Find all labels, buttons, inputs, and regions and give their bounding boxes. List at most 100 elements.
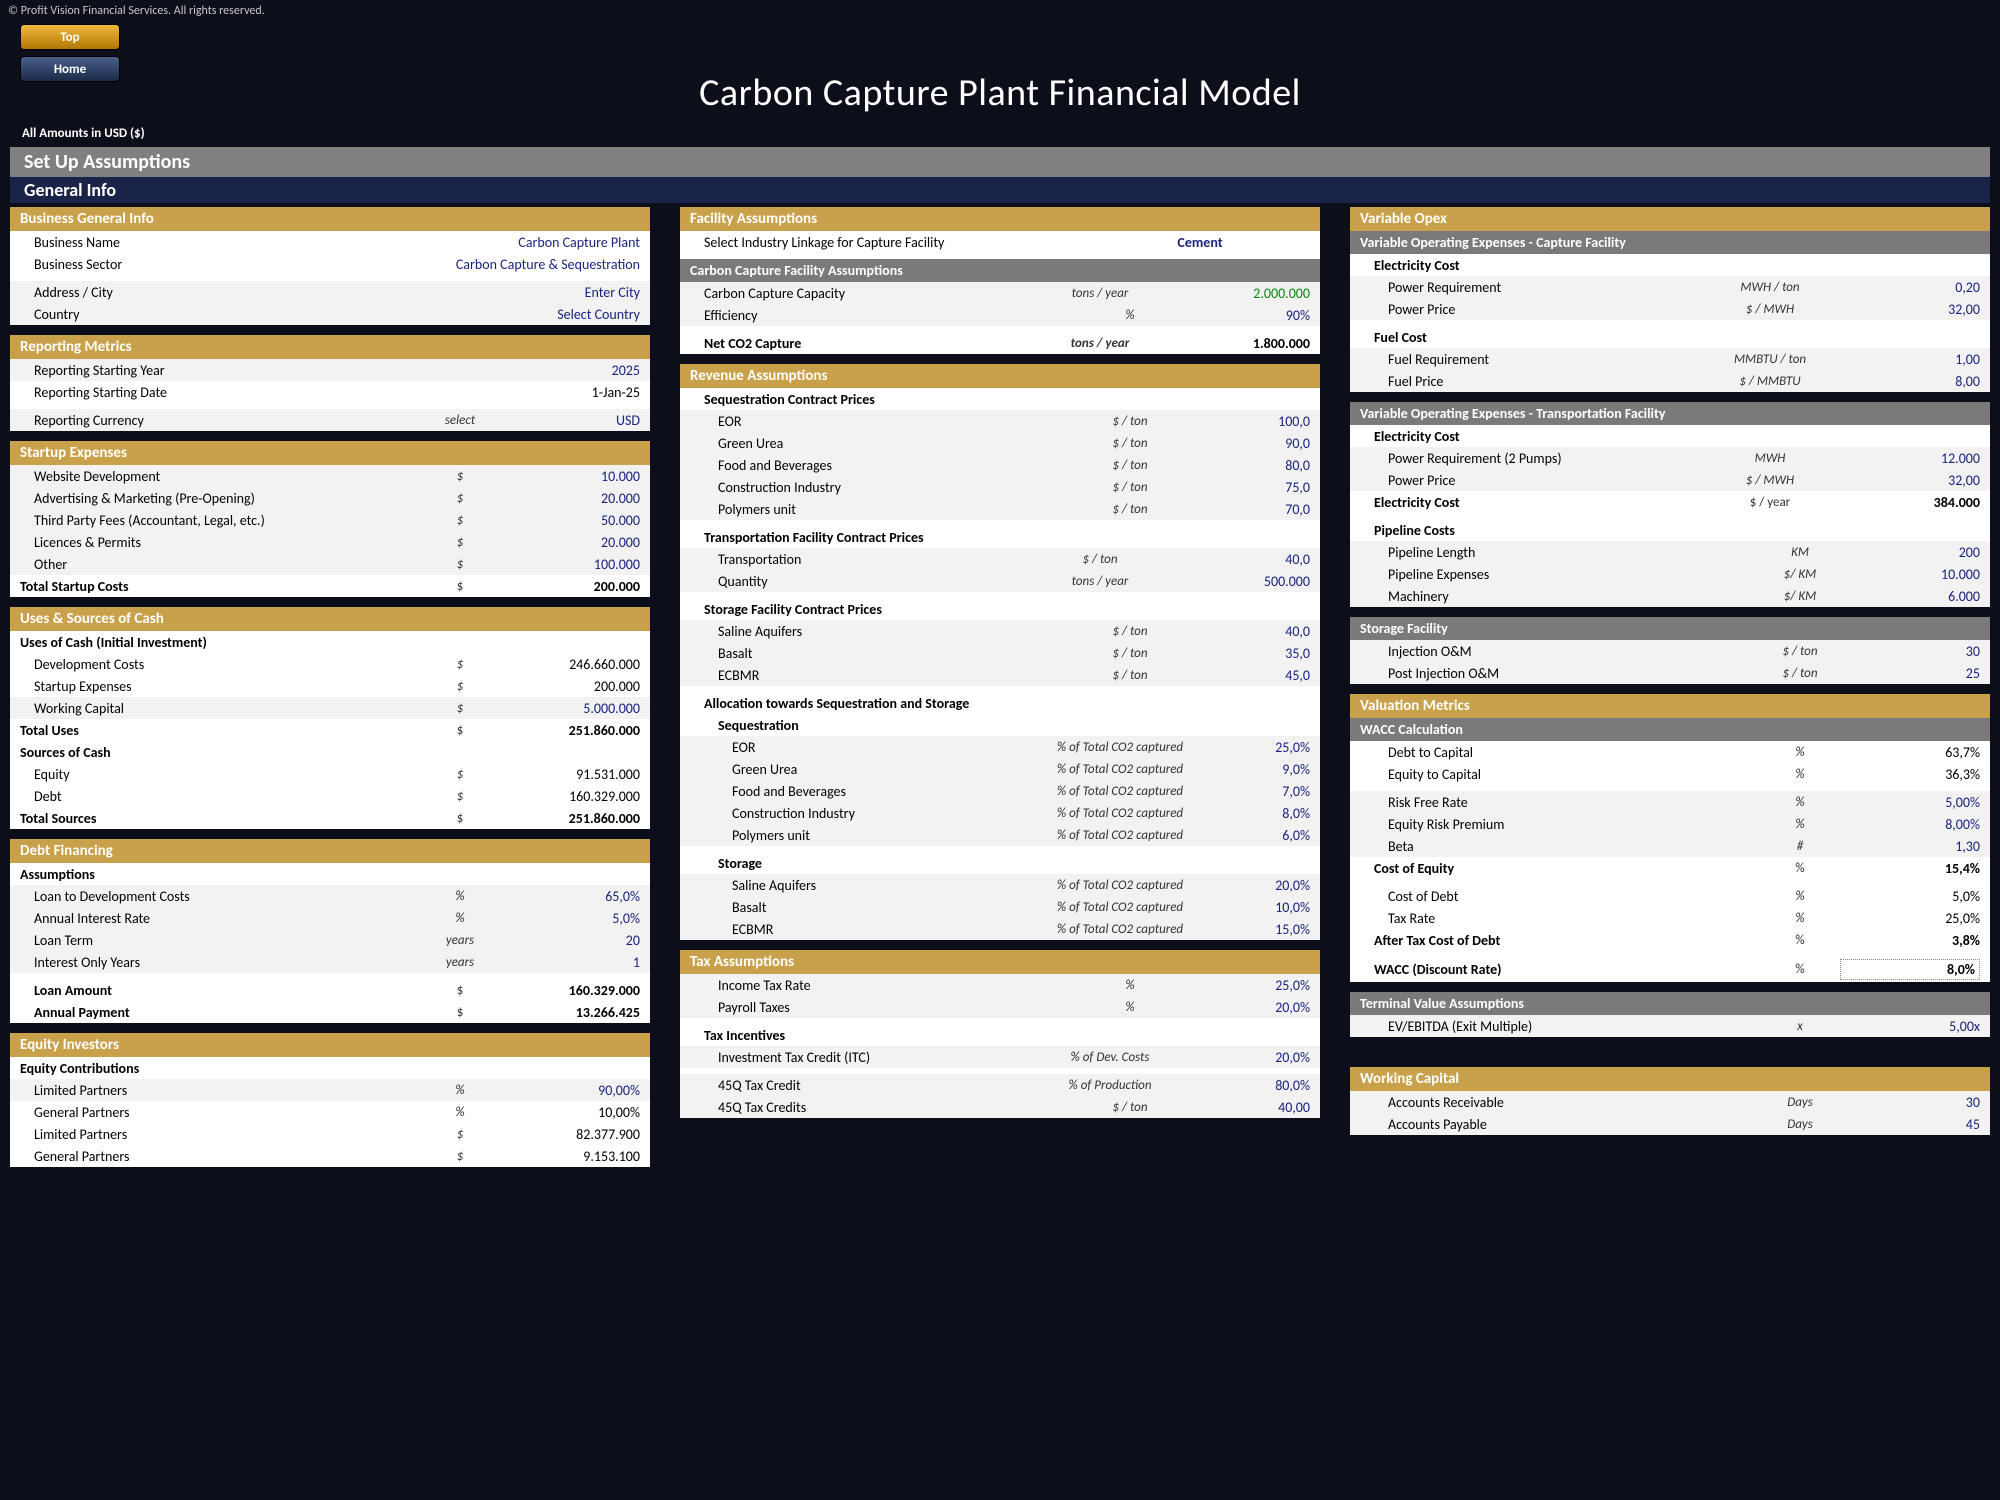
equity-risk-premium-value[interactable]: 8,00% (1840, 816, 1980, 833)
hdr-working-capital: Working Capital (1350, 1067, 1990, 1091)
after-tax-cod-value: 3,8% (1840, 932, 1980, 949)
sf3-value[interactable]: 45,0 (1170, 667, 1310, 684)
tx1-unit: % (1090, 978, 1170, 993)
equity-risk-premium-label: Equity Risk Premium (1360, 816, 1760, 833)
industry-linkage-value[interactable]: Cement (1090, 234, 1310, 251)
a3-value[interactable]: 7,0% (1210, 783, 1310, 800)
country-value[interactable]: Select Country (420, 306, 640, 323)
sf1-value[interactable]: 40,0 (1170, 623, 1310, 640)
sx1-value[interactable]: 10.000 (500, 468, 640, 485)
sx5-value[interactable]: 100.000 (500, 556, 640, 573)
power-req2-value[interactable]: 12.000 (1840, 450, 1980, 467)
t2-value[interactable]: 500.000 (1170, 573, 1310, 590)
capacity-label: Carbon Capture Capacity (690, 285, 1030, 302)
df3-value[interactable]: 20 (500, 932, 640, 949)
home-button[interactable]: Home (20, 56, 120, 82)
capacity-value[interactable]: 2.000.000 (1170, 285, 1310, 302)
power-req2-unit: MWH (1700, 451, 1840, 466)
efficiency-value[interactable]: 90% (1170, 307, 1310, 324)
sf1-label: Saline Aquifers (690, 623, 1090, 640)
tx2-unit: % (1090, 1000, 1170, 1015)
st-unit: $ (420, 811, 500, 826)
df3-unit: years (420, 933, 500, 948)
tx1-value[interactable]: 25,0% (1170, 977, 1310, 994)
wacc-label: WACC (Discount Rate) (1360, 961, 1760, 978)
df4-value[interactable]: 1 (500, 954, 640, 971)
r5-value[interactable]: 70,0 (1170, 501, 1310, 518)
pipeline-length-value[interactable]: 200 (1840, 544, 1980, 561)
business-name-value[interactable]: Carbon Capture Plant (420, 234, 640, 251)
df2-unit: % (420, 911, 500, 926)
post-injection-om-value[interactable]: 25 (1840, 665, 1980, 682)
efficiency-label: Efficiency (690, 307, 1090, 324)
ti2-label: 45Q Tax Credit (690, 1077, 1030, 1094)
sf1-unit: $ / ton (1090, 624, 1170, 639)
ti1-value[interactable]: 20,0% (1190, 1049, 1310, 1066)
as3-value[interactable]: 15,0% (1210, 921, 1310, 938)
tx2-label: Payroll Taxes (690, 999, 1090, 1016)
machinery-value[interactable]: 6.000 (1840, 588, 1980, 605)
df2-value[interactable]: 5,0% (500, 910, 640, 927)
seq-prices-label: Sequestration Contract Prices (690, 391, 1090, 408)
injection-om-value[interactable]: 30 (1840, 643, 1980, 660)
page-title: Carbon Capture Plant Financial Model (0, 22, 2000, 116)
as1-value[interactable]: 20,0% (1210, 877, 1310, 894)
address-value[interactable]: Enter City (420, 284, 640, 301)
risk-free-rate-value[interactable]: 5,00% (1840, 794, 1980, 811)
t1-value[interactable]: 40,0 (1170, 551, 1310, 568)
ap-value[interactable]: 45 (1840, 1116, 1980, 1133)
sx3-value[interactable]: 50.000 (500, 512, 640, 529)
r4-value[interactable]: 75,0 (1170, 479, 1310, 496)
sx4-value[interactable]: 20.000 (500, 534, 640, 551)
df5-value: 160.329.000 (500, 982, 640, 999)
u3-value[interactable]: 5.000.000 (500, 700, 640, 717)
t2-unit: tons / year (1030, 574, 1170, 589)
ti2-value[interactable]: 80,0% (1190, 1077, 1310, 1094)
a2-value[interactable]: 9,0% (1210, 761, 1310, 778)
ec1-value[interactable]: 90,00% (500, 1082, 640, 1099)
sx2-value[interactable]: 20.000 (500, 490, 640, 507)
df1-value[interactable]: 65,0% (500, 888, 640, 905)
r3-value[interactable]: 80,0 (1170, 457, 1310, 474)
sf3-label: ECBMR (690, 667, 1090, 684)
as1-unit: % of Total CO2 captured (1030, 878, 1210, 893)
fuel-price-value[interactable]: 8,00 (1840, 373, 1980, 390)
injection-om-unit: $ / ton (1760, 644, 1840, 659)
r2-value[interactable]: 90,0 (1170, 435, 1310, 452)
reporting-currency-hint: select (420, 413, 500, 428)
st-label: Total Sources (20, 810, 420, 827)
tx2-value[interactable]: 20,0% (1170, 999, 1310, 1016)
u2-unit: $ (420, 679, 500, 694)
a1-value[interactable]: 25,0% (1210, 739, 1310, 756)
r1-value[interactable]: 100,0 (1170, 413, 1310, 430)
section-setup: Set Up Assumptions (10, 147, 1990, 177)
sf2-value[interactable]: 35,0 (1170, 645, 1310, 662)
ev-ebitda-value[interactable]: 5,00x (1840, 1018, 1980, 1035)
tax-rate-value: 25,0% (1840, 910, 1980, 927)
ti3-value[interactable]: 40,00 (1170, 1099, 1310, 1116)
df6-value: 13.266.425 (500, 1004, 640, 1021)
a5-value[interactable]: 6,0% (1210, 827, 1310, 844)
power-price-value[interactable]: 32,00 (1840, 301, 1980, 318)
sx3-label: Third Party Fees (Accountant, Legal, etc… (20, 512, 420, 529)
business-sector-value[interactable]: Carbon Capture & Sequestration (420, 256, 640, 273)
hdr-facility-assumptions: Facility Assumptions (680, 207, 1320, 231)
reporting-year-value[interactable]: 2025 (500, 362, 640, 379)
risk-free-rate-unit: % (1760, 795, 1840, 810)
top-button[interactable]: Top (20, 24, 120, 50)
ti1-label: Investment Tax Credit (ITC) (690, 1049, 1030, 1066)
fuel-req-value[interactable]: 1,00 (1840, 351, 1980, 368)
hdr-opex-capture: Variable Operating Expenses - Capture Fa… (1350, 231, 1990, 254)
cost-of-equity-value: 15,4% (1840, 860, 1980, 877)
beta-value[interactable]: 1,30 (1840, 838, 1980, 855)
pipeline-exp-value[interactable]: 10.000 (1840, 566, 1980, 583)
ec3-value: 82.377.900 (500, 1126, 640, 1143)
ar-value[interactable]: 30 (1840, 1094, 1980, 1111)
df5-unit: $ (420, 983, 500, 998)
reporting-currency-value[interactable]: USD (500, 412, 640, 429)
as2-value[interactable]: 10,0% (1210, 899, 1310, 916)
power-price2-value[interactable]: 32,00 (1840, 472, 1980, 489)
power-req-value[interactable]: 0,20 (1840, 279, 1980, 296)
r2-unit: $ / ton (1090, 436, 1170, 451)
a4-value[interactable]: 8,0% (1210, 805, 1310, 822)
